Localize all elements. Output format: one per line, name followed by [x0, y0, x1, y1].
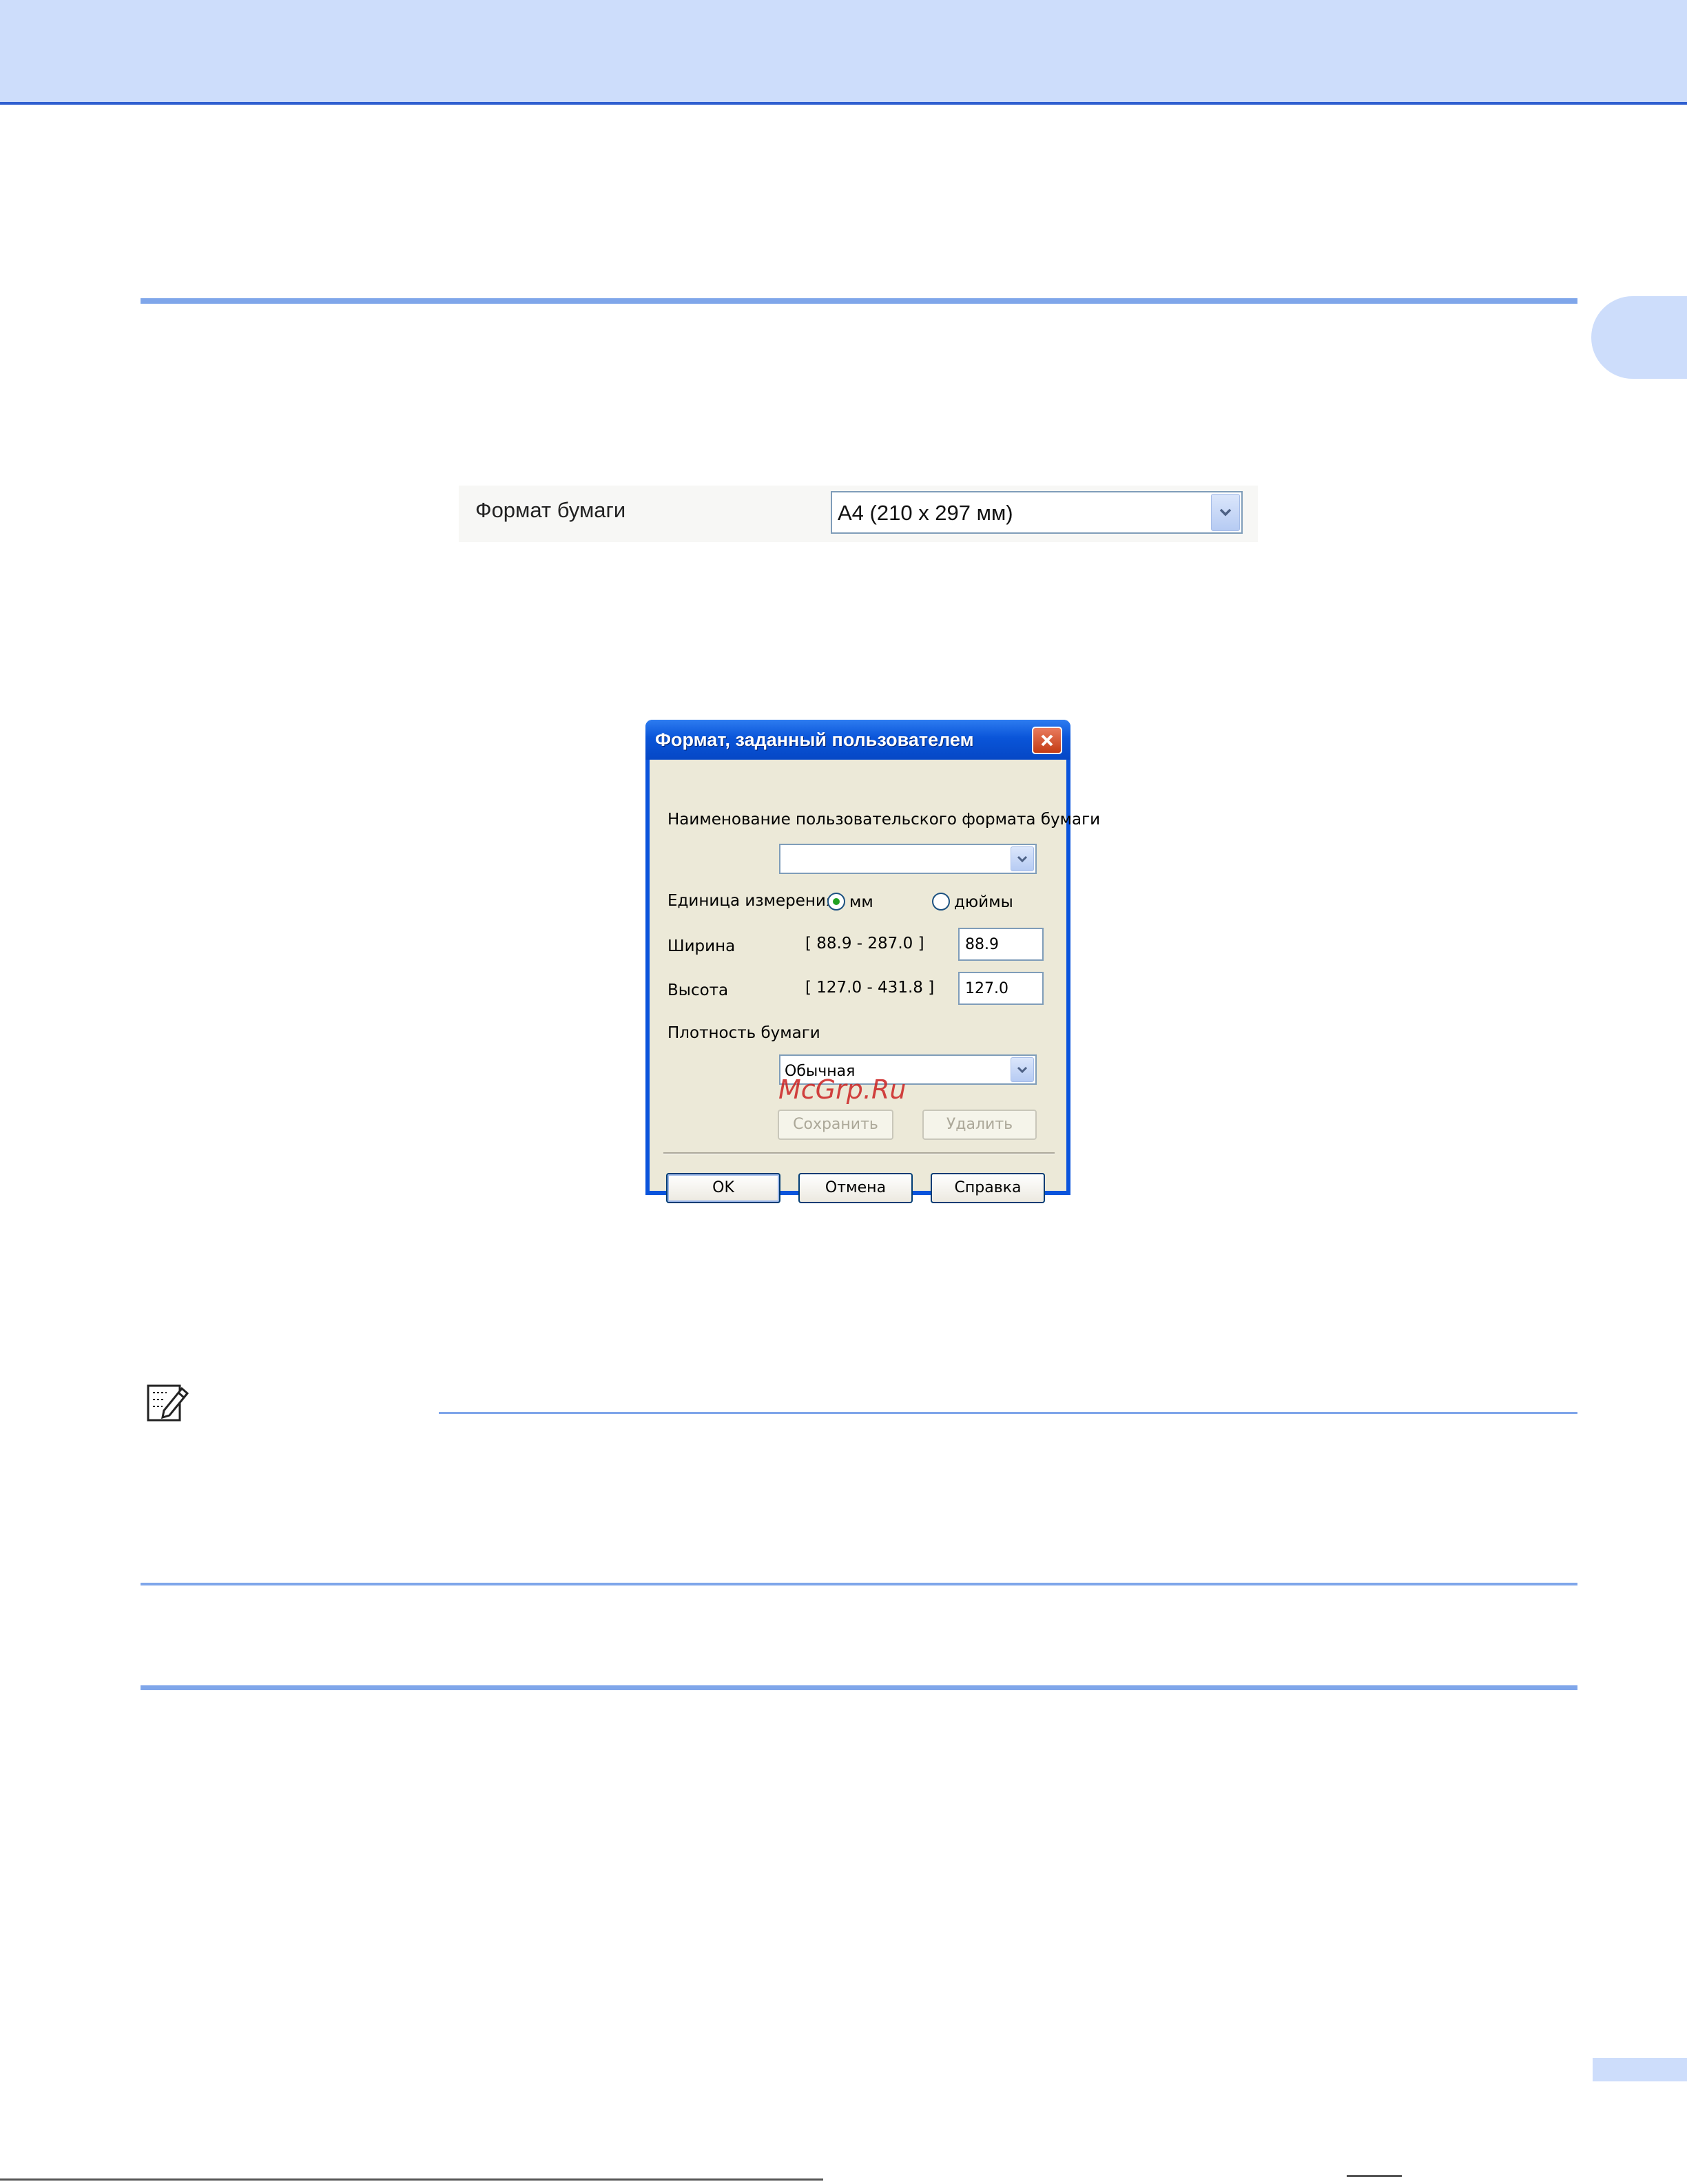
paper-size-row: Формат бумаги A4 (210 x 297 мм): [459, 486, 1258, 542]
unit-mm-label[interactable]: мм: [849, 893, 873, 911]
cancel-button[interactable]: Отмена: [798, 1173, 913, 1203]
close-icon[interactable]: [1032, 727, 1062, 754]
section-rule-bottom: [141, 1685, 1577, 1690]
dialog-title: Формат, заданный пользователем: [655, 729, 974, 750]
density-label: Плотность бумаги: [667, 1024, 820, 1042]
paper-name-combo[interactable]: [779, 844, 1037, 874]
height-value: 127.0: [965, 980, 1008, 997]
page-number-tab: [1593, 2058, 1687, 2081]
watermark: McGrp.Ru: [778, 1074, 907, 1105]
dialog-title-bar[interactable]: Формат, заданный пользователем: [645, 720, 1070, 760]
chapter-tab: [1591, 296, 1687, 379]
height-range: [ 127.0 - 431.8 ]: [805, 979, 935, 997]
help-button[interactable]: Справка: [931, 1173, 1045, 1203]
note-pencil-icon: [146, 1382, 190, 1423]
save-button[interactable]: Сохранить: [778, 1110, 893, 1140]
ok-button[interactable]: OK: [666, 1173, 780, 1203]
width-label: Ширина: [667, 937, 736, 955]
section-rule-top: [141, 298, 1577, 304]
dialog-body: Наименование пользовательского формата б…: [650, 760, 1100, 1203]
width-range: [ 88.9 - 287.0 ]: [805, 935, 924, 953]
chevron-down-icon[interactable]: [1211, 494, 1240, 531]
height-input[interactable]: 127.0: [958, 972, 1044, 1005]
paper-size-select[interactable]: A4 (210 x 297 мм): [831, 491, 1243, 534]
width-value: 88.9: [965, 936, 999, 953]
note-rule: [439, 1412, 1577, 1414]
chevron-down-icon[interactable]: [1011, 846, 1034, 871]
paper-name-label: Наименование пользовательского формата б…: [667, 811, 1101, 829]
footer-line: [0, 2178, 823, 2181]
paper-size-value: A4 (210 x 297 мм): [838, 501, 1013, 525]
unit-inches-radio[interactable]: [932, 893, 950, 911]
paper-size-label: Формат бумаги: [475, 498, 626, 522]
unit-mm-radio[interactable]: [827, 893, 845, 911]
chevron-down-icon[interactable]: [1011, 1057, 1034, 1082]
width-input[interactable]: 88.9: [958, 928, 1044, 961]
custom-paper-size-dialog: Формат, заданный пользователем Наименова…: [645, 720, 1100, 1203]
units-label: Единица измерения: [667, 892, 836, 910]
dialog-separator: [663, 1152, 1055, 1154]
note-end-rule: [141, 1583, 1577, 1585]
footer-marks: [1347, 2175, 1402, 2184]
page-header-band: [0, 0, 1687, 105]
unit-inches-label[interactable]: дюймы: [954, 893, 1013, 911]
delete-button[interactable]: Удалить: [922, 1110, 1037, 1140]
height-label: Высота: [667, 981, 729, 999]
